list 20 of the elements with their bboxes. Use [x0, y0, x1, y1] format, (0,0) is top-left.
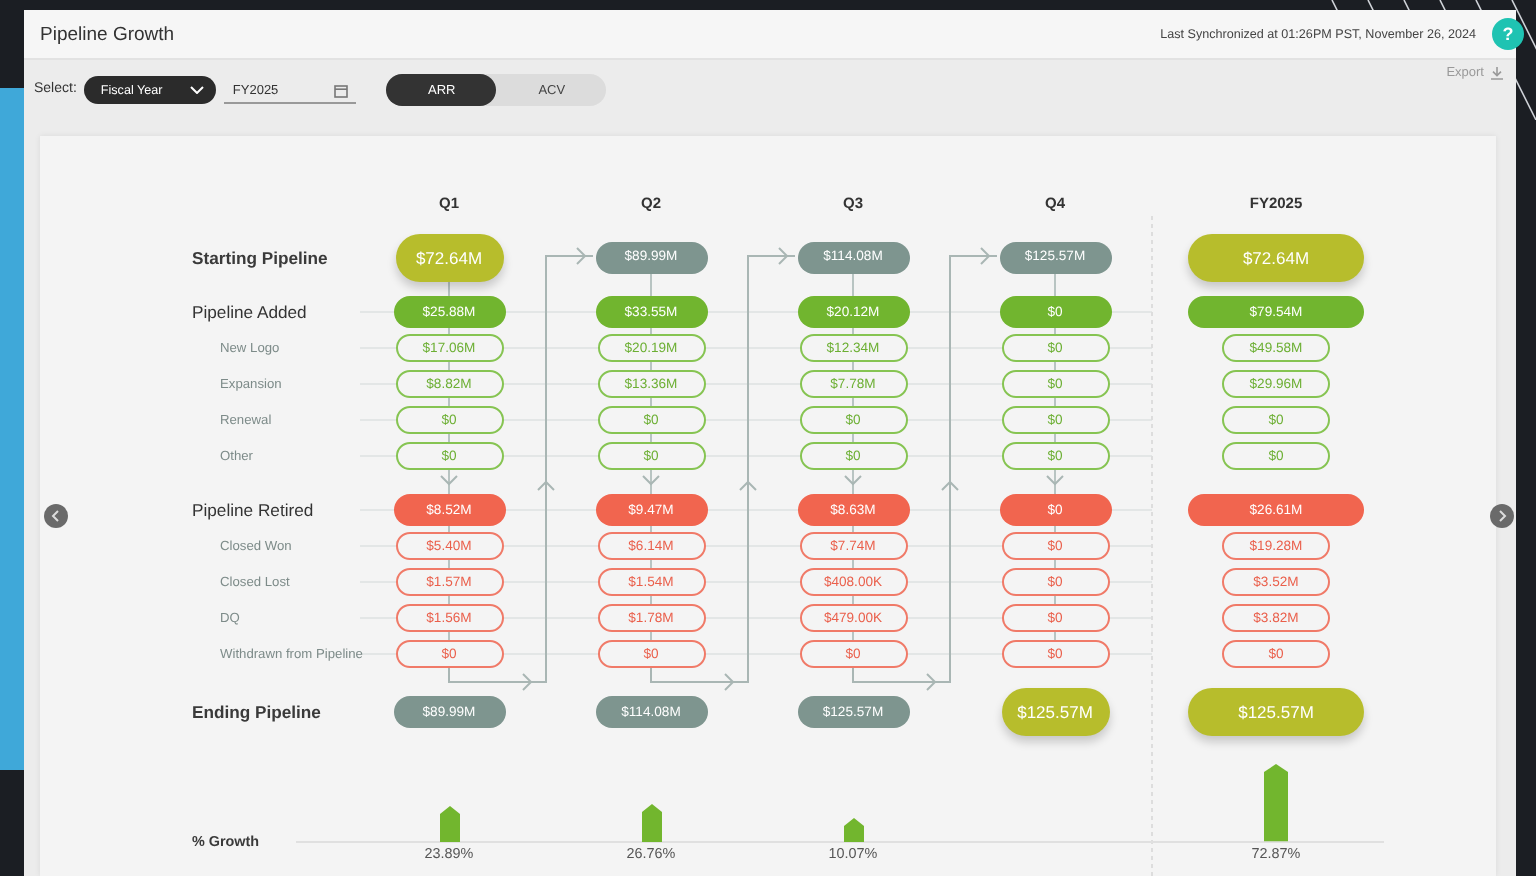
row-label: Pipeline Retired [192, 500, 314, 520]
chevron-right-icon [1496, 510, 1508, 522]
row-label: Pipeline Added [192, 302, 307, 322]
chevron-left-icon [50, 510, 62, 522]
growth-arrow-icon [439, 806, 459, 842]
caret-icon [190, 86, 205, 94]
previous-button[interactable] [44, 504, 68, 528]
next-button[interactable] [1490, 504, 1514, 528]
download-icon [1490, 66, 1504, 80]
page-title: Pipeline Growth [40, 23, 177, 45]
value-pill: $72.64M [395, 233, 503, 281]
growth-arrow-icon [1264, 764, 1288, 842]
growth-arrow-icon [843, 817, 863, 842]
value-pill: $125.57M [1001, 688, 1109, 736]
growth-arrow-icon [641, 803, 661, 842]
calendar-icon [334, 83, 349, 97]
row-label: Ending Pipeline [192, 702, 321, 722]
value-pill: $125.57M [1188, 688, 1364, 736]
row-label: Starting Pipeline [192, 247, 328, 267]
value-pill: $72.64M [1188, 233, 1364, 281]
